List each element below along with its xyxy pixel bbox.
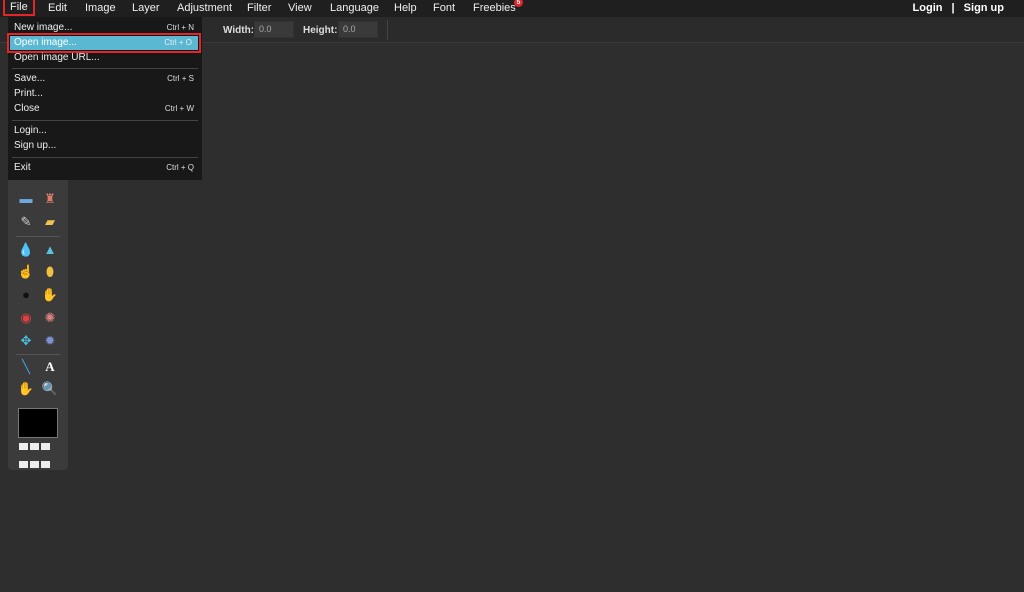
tool-divider [16, 354, 60, 355]
menu-item-label: Print... [14, 88, 43, 99]
auth-separator: | [951, 2, 955, 14]
text-icon[interactable]: A [41, 358, 59, 376]
menu-item-signup[interactable]: Sign up... [8, 139, 202, 153]
menu-language[interactable]: Language [330, 2, 379, 14]
menu-divider [12, 68, 198, 69]
menu-item-label: Open image... [14, 37, 77, 48]
menu-edit[interactable]: Edit [48, 2, 67, 14]
height-field[interactable]: 0.0 [338, 21, 378, 38]
menu-item-open-image[interactable]: Open image... Ctrl + O [7, 33, 201, 53]
tool-divider [16, 236, 60, 237]
auth-links: Login | Sign up [913, 2, 1004, 14]
menu-item-shortcut: Ctrl + N [166, 23, 194, 32]
healing-icon[interactable]: ✎ [17, 213, 35, 231]
replace-color-icon[interactable]: ▰ [41, 213, 59, 231]
sharpen-icon[interactable]: ▲ [41, 241, 59, 259]
menu-item-shortcut: Ctrl + O [164, 38, 192, 47]
menu-item-new-image[interactable]: New image... Ctrl + N [8, 21, 202, 35]
smudge-icon[interactable]: ☝ [17, 263, 35, 281]
dodge-icon[interactable]: ● [17, 286, 35, 304]
menu-adjustment[interactable]: Adjustment [177, 2, 232, 14]
options-separator [387, 20, 388, 40]
menu-layer[interactable]: Layer [132, 2, 160, 14]
zoom-icon[interactable]: 🔍 [41, 380, 59, 398]
menu-help[interactable]: Help [394, 2, 417, 14]
burn-icon[interactable]: ✋ [41, 286, 59, 304]
menu-divider [12, 157, 198, 158]
color-picker-icon[interactable]: ╲ [17, 358, 35, 376]
menu-item-label: Login... [14, 125, 47, 136]
menu-item-label: Sign up... [14, 140, 57, 151]
grid-toggle-icon[interactable] [19, 440, 57, 476]
menu-freebies[interactable]: Freebies [473, 2, 516, 14]
menu-image[interactable]: Image [85, 2, 116, 14]
gradient-icon[interactable]: ▬ [17, 190, 35, 208]
spherize-icon[interactable]: ✹ [41, 332, 59, 350]
blur-icon[interactable]: 💧 [17, 241, 35, 259]
width-field[interactable]: 0.0 [254, 21, 294, 38]
hand-icon[interactable]: ✋ [17, 380, 35, 398]
menu-item-label: Save... [14, 73, 46, 84]
menu-item-shortcut: Ctrl + S [167, 74, 194, 83]
bloat-icon[interactable]: ✺ [41, 309, 59, 327]
menu-item-open-image-url[interactable]: Open image URL... [8, 51, 202, 65]
menu-divider [12, 120, 198, 121]
menu-item-exit[interactable]: Exit Ctrl + Q [8, 161, 202, 175]
menu-item-login[interactable]: Login... [8, 124, 202, 138]
menu-view[interactable]: View [288, 2, 312, 14]
pinch-icon[interactable]: ✥ [17, 332, 35, 350]
menu-font[interactable]: Font [433, 2, 455, 14]
width-label: Width: [223, 25, 255, 36]
stamp-icon[interactable]: ♜ [41, 190, 59, 208]
menu-item-label: Open image URL... [14, 52, 100, 63]
menu-file[interactable]: File [3, 0, 35, 16]
menu-item-close[interactable]: Close Ctrl + W [8, 102, 202, 116]
menu-item-save[interactable]: Save... Ctrl + S [8, 72, 202, 86]
red-eye-icon[interactable]: ◉ [17, 309, 35, 327]
menu-item-label: New image... [14, 22, 73, 33]
menu-item-print[interactable]: Print... [8, 87, 202, 101]
menu-item-shortcut: Ctrl + W [164, 104, 194, 113]
menu-bar: File Edit Image Layer Adjustment Filter … [0, 0, 1024, 17]
menu-filter[interactable]: Filter [247, 2, 271, 14]
height-label: Height: [303, 25, 338, 36]
signup-link[interactable]: Sign up [964, 2, 1004, 14]
file-menu-dropdown: New image... Ctrl + N Open image... Ctrl… [7, 17, 202, 180]
menu-item-label: Exit [14, 162, 31, 173]
menu-item-shortcut: Ctrl + Q [166, 163, 194, 172]
color-swatch[interactable] [18, 408, 58, 438]
sponge-icon[interactable]: ⬮ [41, 263, 59, 281]
login-link[interactable]: Login [913, 2, 943, 14]
menu-item-label: Close [14, 103, 40, 114]
freebies-badge: 5 [514, 0, 523, 7]
